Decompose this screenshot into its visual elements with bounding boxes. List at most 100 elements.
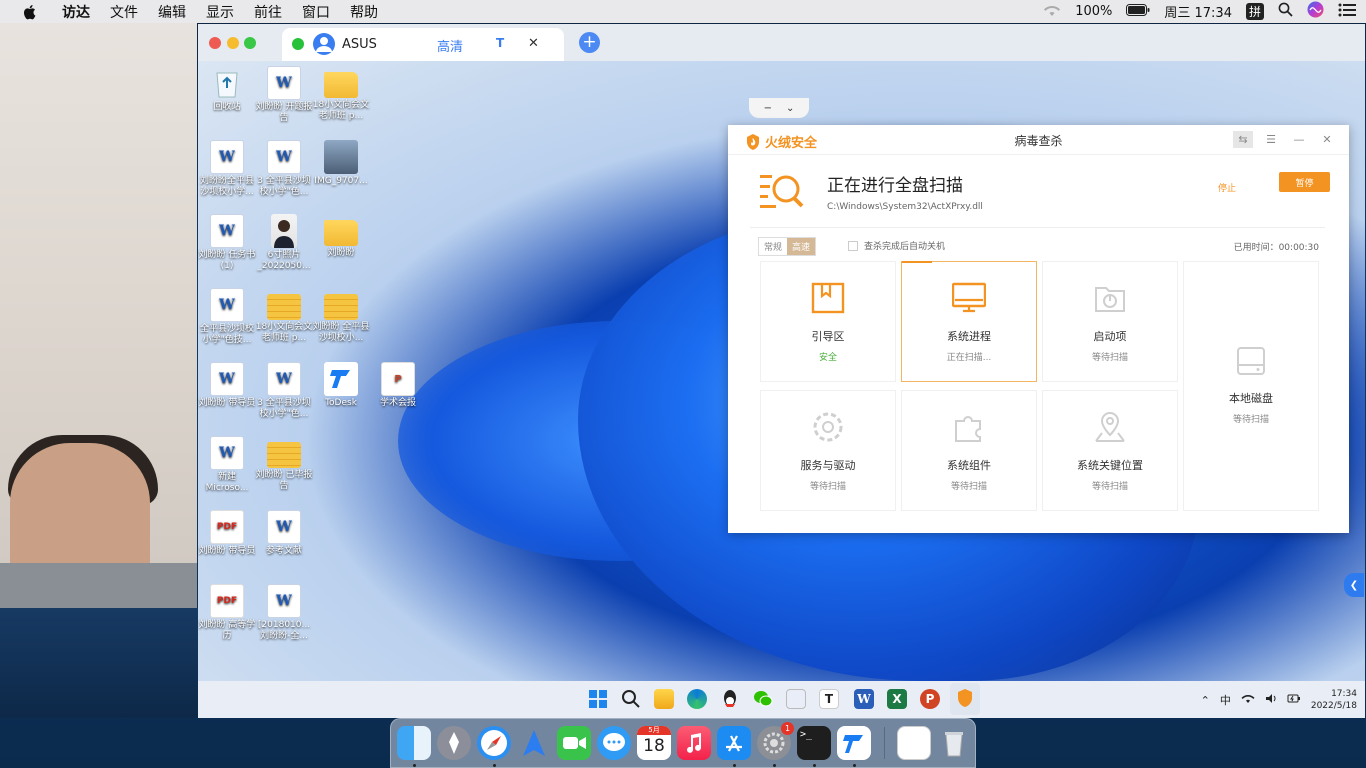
scan-item-name: 系统关键位置 [1077, 459, 1143, 472]
app-store-dock-icon[interactable] [717, 726, 751, 760]
desktop-icon-zip[interactable]: 刘盼盼 已毕报告 [255, 436, 313, 492]
desktop-icon-folder[interactable]: 18小文向会文老师班 p... [312, 66, 370, 122]
desktop-icon-idphoto[interactable]: 6寸照片_2022050... [255, 214, 313, 272]
mode-normal-button[interactable]: 常规 [759, 238, 787, 255]
switch-mode-button[interactable]: ⇆ [1233, 131, 1253, 148]
desktop-icon-word[interactable]: W 刘盼盼 开题报告 [255, 66, 313, 124]
launchpad-dock-icon[interactable] [437, 726, 471, 760]
media-player-icon[interactable] [786, 689, 806, 709]
finder-dock-icon[interactable] [397, 726, 431, 760]
desktop-icon-word[interactable]: W [2018010... 刘盼盼-全... [255, 584, 313, 642]
desktop-icon-word[interactable]: W3 全平县沙坝校小学"色... [255, 362, 313, 420]
menu-go[interactable]: 前往 [254, 2, 282, 22]
terminal-dock-icon[interactable]: >_ [797, 726, 831, 760]
power-icon[interactable] [1287, 693, 1301, 707]
huorong-titlebar[interactable]: 火绒安全 病毒查杀 ⇆ ☰ — ✕ [728, 125, 1349, 155]
todesk-dock-icon[interactable] [837, 726, 871, 760]
menu-help[interactable]: 帮助 [350, 2, 378, 22]
scan-current-file: C:\Windows\System32\ActXPrxy.dll [827, 202, 983, 212]
desktop-icon-word[interactable]: W 刘盼盼全平县沙坝校小学... [198, 140, 256, 198]
music-dock-icon[interactable] [677, 726, 711, 760]
checkbox-icon[interactable] [848, 240, 858, 251]
file-explorer-icon[interactable] [654, 689, 674, 709]
menu-clock[interactable]: 周三 17:34 [1164, 2, 1232, 21]
desktop-icon-word[interactable]: W 刘盼盼 任务书(1) [198, 214, 256, 272]
close-tab-button[interactable]: ✕ [528, 36, 539, 51]
side-panel-toggle-icon[interactable]: ❮ [1344, 573, 1364, 597]
zip-file-icon [324, 294, 358, 320]
scan-item-location: 系统关键位置 等待扫描 [1042, 390, 1178, 511]
stop-scan-button[interactable]: 停止 [1218, 181, 1236, 194]
input-method-icon[interactable]: 拼 [1245, 3, 1264, 20]
desktop-icon-word[interactable]: W 全平县沙坝校小学"色技... [198, 288, 256, 346]
battery-percent: 100% [1075, 4, 1113, 19]
mode-fast-button[interactable]: 高速 [787, 238, 816, 255]
desktop-icon-folder[interactable]: 刘盼盼 [312, 214, 370, 259]
desktop-icon-zip[interactable]: 刘盼盼 全平县沙坝校小... [312, 288, 370, 344]
desktop-icon-zip[interactable]: 18小文向会文老师班 p... [255, 288, 313, 344]
trash-dock-icon[interactable] [937, 726, 971, 760]
mac-menu-bar: 访达 文件 编辑 显示 前往 窗口 帮助 100% 周三 17:34 拼 [0, 0, 1366, 23]
menu-finder[interactable]: 访达 [62, 2, 90, 22]
calendar-dock-icon[interactable]: 5月 18 [637, 726, 671, 760]
add-tab-button[interactable]: + [579, 32, 600, 53]
volume-icon[interactable] [1265, 693, 1277, 707]
zoom-window-button[interactable] [244, 37, 256, 49]
menu-edit[interactable]: 编辑 [158, 2, 186, 22]
safari-dock-icon[interactable] [477, 726, 511, 760]
huorong-taskbar-icon[interactable] [950, 683, 980, 715]
desktop-icon-word[interactable]: W3 全平县沙坝校小学"色... [255, 140, 313, 198]
siri-icon[interactable] [1307, 1, 1324, 22]
wechat-icon[interactable] [753, 689, 773, 709]
menu-view[interactable]: 显示 [206, 2, 234, 22]
wifi-icon[interactable] [1043, 3, 1061, 21]
desktop-icon-word[interactable]: W 参考文献 [255, 510, 313, 557]
facetime-dock-icon[interactable] [557, 726, 591, 760]
ime-indicator[interactable]: 中 [1220, 692, 1231, 708]
start-menu-icon[interactable] [588, 689, 608, 709]
document-stack-icon[interactable] [897, 726, 931, 760]
expand-toolbar-button[interactable]: ⌄ [786, 103, 794, 114]
battery-icon[interactable] [1126, 3, 1150, 20]
minimize-window-button[interactable] [227, 37, 239, 49]
menu-file[interactable]: 文件 [110, 2, 138, 22]
quality-selector[interactable]: 高清 [437, 36, 463, 55]
control-center-icon[interactable] [1338, 3, 1356, 21]
remote-session-tab[interactable]: ASUS 高清 T ✕ [282, 28, 564, 61]
desktop-icon-recycle[interactable]: 回收站 [198, 66, 256, 113]
apple-menu-icon[interactable] [18, 0, 42, 23]
minimize-button[interactable]: — [1289, 131, 1309, 148]
maps-dock-icon[interactable] [517, 726, 551, 760]
qq-icon[interactable] [720, 689, 740, 709]
typora-icon[interactable]: T [819, 689, 839, 709]
excel-app-icon[interactable]: X [887, 689, 907, 709]
search-icon[interactable] [621, 689, 641, 709]
windows-clock[interactable]: 17:34 2022/5/18 [1311, 688, 1357, 712]
close-button[interactable]: ✕ [1317, 131, 1337, 148]
close-window-button[interactable] [209, 37, 221, 49]
pdf-file-icon: PDF [210, 584, 244, 618]
desktop-icon-pdf[interactable]: PDF 刘盼盼 高等学历 [198, 584, 256, 642]
menu-button[interactable]: ☰ [1261, 131, 1281, 148]
word-app-icon[interactable]: W [854, 689, 874, 709]
text-mode-button[interactable]: T [496, 36, 504, 50]
show-hidden-icons-icon[interactable]: ⌃ [1201, 694, 1210, 707]
network-icon[interactable] [1241, 693, 1255, 707]
menu-window[interactable]: 窗口 [302, 2, 330, 22]
desktop-icon-photo[interactable]: IMG_9707... [312, 140, 370, 187]
auto-shutdown-checkbox[interactable]: 查杀完成后自动关机 [848, 239, 945, 252]
desktop-icon-pdf[interactable]: PDF 刘盼盼 带导员 [198, 510, 256, 557]
desktop-icon-word[interactable]: W 刘盼盼 带导员 [198, 362, 256, 409]
pause-scan-button[interactable]: 暂停 [1279, 172, 1330, 192]
desktop-icon-word[interactable]: W 新建 Microso... [198, 436, 256, 494]
desktop-icon-ppt[interactable]: P 学术会报 [369, 362, 427, 409]
spotlight-search-icon[interactable] [1278, 2, 1293, 21]
messages-dock-icon[interactable] [597, 726, 631, 760]
collapse-toolbar-button[interactable]: − [764, 103, 772, 114]
remote-toolbar-handle[interactable]: − ⌄ [749, 98, 809, 118]
edge-browser-icon[interactable] [687, 689, 707, 709]
powerpoint-app-icon[interactable]: P [920, 689, 940, 709]
gear-icon [813, 412, 843, 442]
word-file-icon: W [267, 140, 301, 174]
desktop-icon-todesk[interactable]: ToDesk [312, 362, 370, 409]
